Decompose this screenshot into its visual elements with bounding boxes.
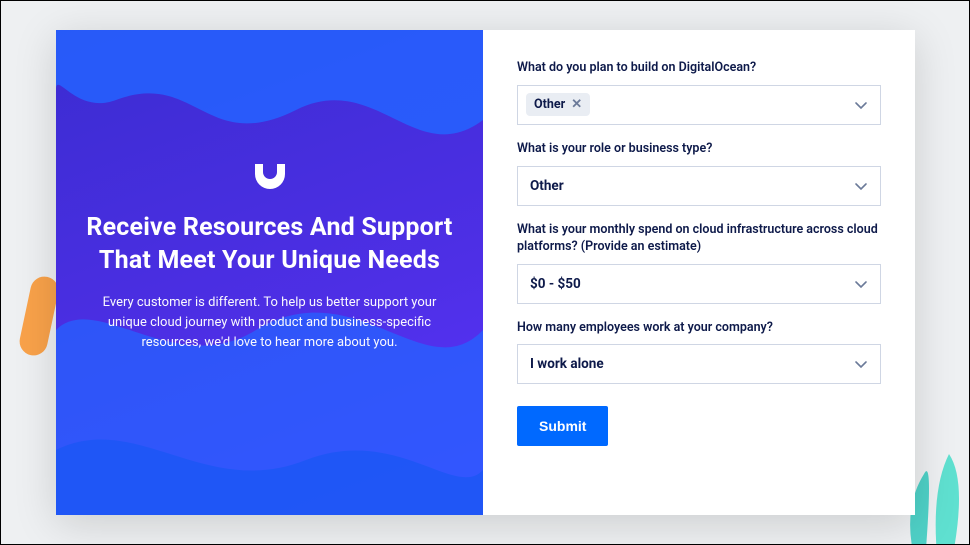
form-panel: What do you plan to build on DigitalOcea… (483, 30, 915, 515)
chevron-down-icon (854, 98, 868, 112)
select-spend-value: $0 - $50 (530, 276, 581, 292)
chevron-down-icon (854, 179, 868, 193)
decoration-orange (17, 274, 61, 358)
field-spend: What is your monthly spend on cloud infr… (517, 222, 881, 304)
select-build-plan[interactable]: Other ✕ (517, 85, 881, 125)
headline-line1: Receive Resources And Support (86, 213, 452, 242)
page-background: Receive Resources And Support That Meet … (1, 1, 969, 544)
chip-build-plan[interactable]: Other ✕ (526, 93, 590, 116)
headline: Receive Resources And Support That Meet … (86, 212, 452, 277)
label-spend: What is your monthly spend on cloud infr… (517, 222, 881, 256)
chip-remove-icon[interactable]: ✕ (571, 97, 582, 112)
headline-line2: That Meet Your Unique Needs (99, 246, 440, 275)
select-employees-value: I work alone (530, 356, 604, 372)
label-employees: How many employees work at your company? (517, 320, 881, 337)
label-build-plan: What do you plan to build on DigitalOcea… (517, 60, 881, 77)
select-spend[interactable]: $0 - $50 (517, 264, 881, 304)
field-build-plan: What do you plan to build on DigitalOcea… (517, 60, 881, 125)
field-role: What is your role or business type? Othe… (517, 141, 881, 206)
onboarding-card: Receive Resources And Support That Meet … (56, 30, 915, 515)
subtext: Every customer is different. To help us … (90, 293, 450, 353)
chevron-down-icon (854, 357, 868, 371)
logo-smile-icon (247, 150, 293, 196)
field-employees: How many employees work at your company?… (517, 320, 881, 385)
left-panel: Receive Resources And Support That Meet … (56, 30, 483, 515)
submit-button[interactable]: Submit (517, 406, 608, 446)
select-role[interactable]: Other (517, 166, 881, 206)
chevron-down-icon (854, 277, 868, 291)
select-employees[interactable]: I work alone (517, 344, 881, 384)
chip-label: Other (534, 97, 565, 112)
label-role: What is your role or business type? (517, 141, 881, 158)
select-role-value: Other (530, 178, 564, 194)
